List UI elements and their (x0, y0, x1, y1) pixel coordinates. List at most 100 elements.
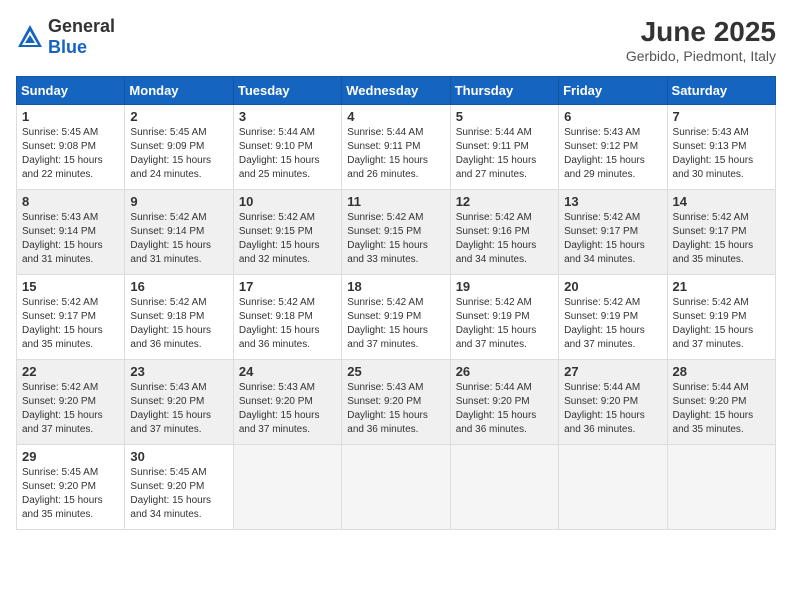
day-number: 20 (564, 279, 661, 294)
day-detail: Sunrise: 5:42 AMSunset: 9:14 PMDaylight:… (130, 212, 211, 265)
title-area: June 2025 Gerbido, Piedmont, Italy (626, 16, 776, 64)
day-number: 4 (347, 109, 444, 124)
day-detail: Sunrise: 5:42 AMSunset: 9:19 PMDaylight:… (347, 297, 428, 350)
table-row: 25 Sunrise: 5:43 AMSunset: 9:20 PMDaylig… (342, 360, 450, 445)
table-row: 13 Sunrise: 5:42 AMSunset: 9:17 PMDaylig… (559, 190, 667, 275)
day-detail: Sunrise: 5:42 AMSunset: 9:16 PMDaylight:… (456, 212, 537, 265)
day-detail: Sunrise: 5:44 AMSunset: 9:11 PMDaylight:… (347, 127, 428, 180)
table-row (559, 445, 667, 530)
day-detail: Sunrise: 5:42 AMSunset: 9:19 PMDaylight:… (673, 297, 754, 350)
day-number: 10 (239, 194, 336, 209)
day-detail: Sunrise: 5:42 AMSunset: 9:18 PMDaylight:… (239, 297, 320, 350)
day-number: 8 (22, 194, 119, 209)
day-detail: Sunrise: 5:44 AMSunset: 9:20 PMDaylight:… (564, 382, 645, 435)
month-title: June 2025 (626, 16, 776, 48)
table-row: 4 Sunrise: 5:44 AMSunset: 9:11 PMDayligh… (342, 105, 450, 190)
day-detail: Sunrise: 5:45 AMSunset: 9:08 PMDaylight:… (22, 127, 103, 180)
table-row: 8 Sunrise: 5:43 AMSunset: 9:14 PMDayligh… (17, 190, 125, 275)
week-row-5: 29 Sunrise: 5:45 AMSunset: 9:20 PMDaylig… (17, 445, 776, 530)
day-detail: Sunrise: 5:43 AMSunset: 9:14 PMDaylight:… (22, 212, 103, 265)
table-row: 20 Sunrise: 5:42 AMSunset: 9:19 PMDaylig… (559, 275, 667, 360)
day-number: 19 (456, 279, 553, 294)
col-tuesday: Tuesday (233, 77, 341, 105)
day-number: 6 (564, 109, 661, 124)
day-number: 27 (564, 364, 661, 379)
table-row: 21 Sunrise: 5:42 AMSunset: 9:19 PMDaylig… (667, 275, 775, 360)
day-number: 16 (130, 279, 227, 294)
day-detail: Sunrise: 5:44 AMSunset: 9:11 PMDaylight:… (456, 127, 537, 180)
table-row (667, 445, 775, 530)
day-detail: Sunrise: 5:42 AMSunset: 9:20 PMDaylight:… (22, 382, 103, 435)
day-number: 23 (130, 364, 227, 379)
day-number: 3 (239, 109, 336, 124)
table-row: 17 Sunrise: 5:42 AMSunset: 9:18 PMDaylig… (233, 275, 341, 360)
day-detail: Sunrise: 5:44 AMSunset: 9:20 PMDaylight:… (456, 382, 537, 435)
col-sunday: Sunday (17, 77, 125, 105)
table-row: 7 Sunrise: 5:43 AMSunset: 9:13 PMDayligh… (667, 105, 775, 190)
day-detail: Sunrise: 5:44 AMSunset: 9:10 PMDaylight:… (239, 127, 320, 180)
table-row: 2 Sunrise: 5:45 AMSunset: 9:09 PMDayligh… (125, 105, 233, 190)
day-number: 25 (347, 364, 444, 379)
table-row (450, 445, 558, 530)
table-row: 19 Sunrise: 5:42 AMSunset: 9:19 PMDaylig… (450, 275, 558, 360)
page-header: General Blue June 2025 Gerbido, Piedmont… (16, 16, 776, 64)
logo-general: General (48, 16, 115, 36)
logo-blue: Blue (48, 37, 87, 57)
day-detail: Sunrise: 5:45 AMSunset: 9:20 PMDaylight:… (22, 467, 103, 520)
table-row: 22 Sunrise: 5:42 AMSunset: 9:20 PMDaylig… (17, 360, 125, 445)
table-row (342, 445, 450, 530)
day-detail: Sunrise: 5:45 AMSunset: 9:09 PMDaylight:… (130, 127, 211, 180)
table-row: 12 Sunrise: 5:42 AMSunset: 9:16 PMDaylig… (450, 190, 558, 275)
table-row: 18 Sunrise: 5:42 AMSunset: 9:19 PMDaylig… (342, 275, 450, 360)
table-row: 29 Sunrise: 5:45 AMSunset: 9:20 PMDaylig… (17, 445, 125, 530)
day-number: 28 (673, 364, 770, 379)
week-row-2: 8 Sunrise: 5:43 AMSunset: 9:14 PMDayligh… (17, 190, 776, 275)
day-detail: Sunrise: 5:43 AMSunset: 9:20 PMDaylight:… (347, 382, 428, 435)
day-number: 30 (130, 449, 227, 464)
day-number: 9 (130, 194, 227, 209)
table-row: 26 Sunrise: 5:44 AMSunset: 9:20 PMDaylig… (450, 360, 558, 445)
table-row: 10 Sunrise: 5:42 AMSunset: 9:15 PMDaylig… (233, 190, 341, 275)
table-row: 3 Sunrise: 5:44 AMSunset: 9:10 PMDayligh… (233, 105, 341, 190)
table-row: 23 Sunrise: 5:43 AMSunset: 9:20 PMDaylig… (125, 360, 233, 445)
table-row: 15 Sunrise: 5:42 AMSunset: 9:17 PMDaylig… (17, 275, 125, 360)
table-row: 1 Sunrise: 5:45 AMSunset: 9:08 PMDayligh… (17, 105, 125, 190)
day-number: 7 (673, 109, 770, 124)
col-thursday: Thursday (450, 77, 558, 105)
table-row: 5 Sunrise: 5:44 AMSunset: 9:11 PMDayligh… (450, 105, 558, 190)
day-number: 24 (239, 364, 336, 379)
logo-icon (16, 23, 44, 51)
location: Gerbido, Piedmont, Italy (626, 48, 776, 64)
col-monday: Monday (125, 77, 233, 105)
day-detail: Sunrise: 5:44 AMSunset: 9:20 PMDaylight:… (673, 382, 754, 435)
day-detail: Sunrise: 5:42 AMSunset: 9:17 PMDaylight:… (564, 212, 645, 265)
table-row: 28 Sunrise: 5:44 AMSunset: 9:20 PMDaylig… (667, 360, 775, 445)
day-number: 29 (22, 449, 119, 464)
logo-text: General Blue (48, 16, 115, 58)
table-row: 24 Sunrise: 5:43 AMSunset: 9:20 PMDaylig… (233, 360, 341, 445)
table-row: 6 Sunrise: 5:43 AMSunset: 9:12 PMDayligh… (559, 105, 667, 190)
day-detail: Sunrise: 5:43 AMSunset: 9:20 PMDaylight:… (130, 382, 211, 435)
day-detail: Sunrise: 5:42 AMSunset: 9:15 PMDaylight:… (239, 212, 320, 265)
table-row: 30 Sunrise: 5:45 AMSunset: 9:20 PMDaylig… (125, 445, 233, 530)
col-wednesday: Wednesday (342, 77, 450, 105)
day-detail: Sunrise: 5:42 AMSunset: 9:19 PMDaylight:… (456, 297, 537, 350)
table-row: 14 Sunrise: 5:42 AMSunset: 9:17 PMDaylig… (667, 190, 775, 275)
week-row-1: 1 Sunrise: 5:45 AMSunset: 9:08 PMDayligh… (17, 105, 776, 190)
day-number: 2 (130, 109, 227, 124)
day-number: 26 (456, 364, 553, 379)
day-number: 18 (347, 279, 444, 294)
day-number: 21 (673, 279, 770, 294)
table-row: 16 Sunrise: 5:42 AMSunset: 9:18 PMDaylig… (125, 275, 233, 360)
day-detail: Sunrise: 5:42 AMSunset: 9:19 PMDaylight:… (564, 297, 645, 350)
day-detail: Sunrise: 5:42 AMSunset: 9:17 PMDaylight:… (673, 212, 754, 265)
table-row (233, 445, 341, 530)
week-row-3: 15 Sunrise: 5:42 AMSunset: 9:17 PMDaylig… (17, 275, 776, 360)
col-friday: Friday (559, 77, 667, 105)
day-number: 15 (22, 279, 119, 294)
day-detail: Sunrise: 5:42 AMSunset: 9:17 PMDaylight:… (22, 297, 103, 350)
day-detail: Sunrise: 5:42 AMSunset: 9:15 PMDaylight:… (347, 212, 428, 265)
day-detail: Sunrise: 5:45 AMSunset: 9:20 PMDaylight:… (130, 467, 211, 520)
table-row: 11 Sunrise: 5:42 AMSunset: 9:15 PMDaylig… (342, 190, 450, 275)
day-detail: Sunrise: 5:43 AMSunset: 9:13 PMDaylight:… (673, 127, 754, 180)
